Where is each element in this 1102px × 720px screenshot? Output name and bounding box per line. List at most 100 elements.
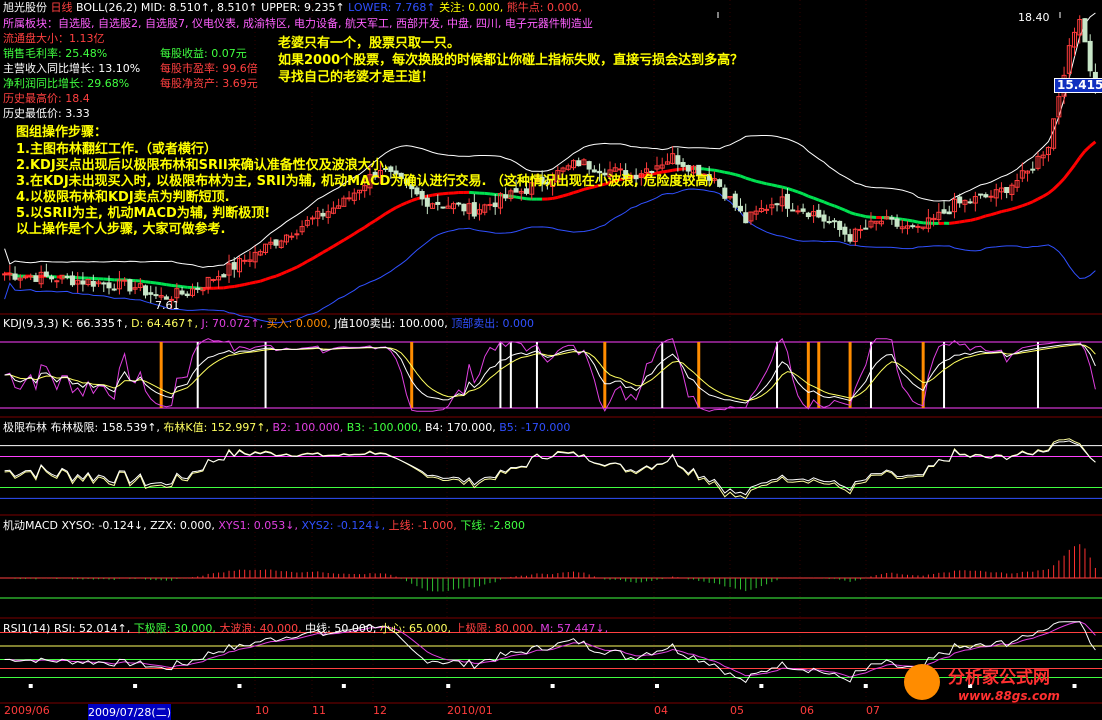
boll-mid-segment (344, 237, 349, 240)
rsi-signal-marker (551, 684, 555, 688)
candle-body (1005, 188, 1009, 193)
candle-body (123, 280, 127, 281)
boll-mid-segment (1043, 193, 1048, 196)
candle-body (587, 162, 591, 169)
candle-body (765, 209, 769, 210)
candle-body (916, 226, 920, 227)
boll-mid-segment (1054, 184, 1059, 189)
boll-mid-segment (365, 224, 370, 228)
boll-mid-segment (281, 272, 286, 274)
boll-mid-segment (224, 287, 229, 288)
boll-mid-segment (1012, 208, 1017, 210)
candle-body (843, 227, 847, 234)
quote-line-3: 寻找自己的老婆才是王道！ (278, 70, 434, 86)
chart-canvas[interactable] (0, 0, 1102, 719)
candle-body (911, 226, 915, 227)
rsi-header: RSI1(14) RSI: 52.014↑, 下极限: 30.000, 大波浪:… (3, 622, 608, 635)
candle-body (196, 288, 200, 289)
candle-body (144, 286, 148, 295)
kdj-buy: 买入: 0.000, (267, 317, 331, 330)
boll-mid-segment (1090, 142, 1095, 146)
boll-mid-segment (438, 194, 443, 195)
boll-mid-segment (850, 213, 855, 215)
rsi-signal-marker (446, 684, 450, 688)
candle-body (817, 210, 821, 217)
indicator-name: BOLL(26,2) (76, 1, 137, 14)
boll-mid-segment (808, 196, 813, 198)
step-2: 2.KDJ买点出现后以极限布林和SRII来确认准备性仅及波浪大小. (16, 158, 389, 174)
boll-mid-segment (558, 196, 563, 197)
candle-body (958, 197, 962, 203)
candle-body (457, 203, 461, 204)
candle-body (1083, 19, 1087, 42)
candle-body (859, 229, 863, 230)
boll-mid-segment (156, 283, 161, 284)
flower-logo-icon (904, 664, 940, 700)
macd-name: 机动MACD (3, 519, 58, 532)
candle-body (968, 202, 972, 203)
boll-mid-segment (714, 170, 719, 171)
candle-body (243, 260, 247, 261)
main-header: 旭光股份 日线 BOLL(26,2) MID: 8.510↑, 8.510↑ U… (3, 1, 582, 14)
candle-body (618, 169, 622, 170)
boll-mid-segment (547, 198, 552, 199)
boll-mid-segment (1069, 165, 1074, 172)
boll-mid-segment (1048, 189, 1053, 193)
candle-body (801, 209, 805, 211)
candle-body (29, 276, 33, 277)
candle-body (577, 161, 581, 166)
kdj-k: K: 66.335↑, (62, 317, 128, 330)
boll-mid-segment (250, 282, 255, 283)
kdj-top: 顶部卖出: 0.000 (451, 317, 534, 330)
rsi-careful: 小心: 65.000, (380, 622, 451, 635)
candle-body (504, 195, 508, 198)
candle-body (65, 276, 69, 277)
boll-mid-segment (793, 190, 798, 192)
boll-mid-segment (182, 287, 187, 288)
rsi-big: 大波浪: 40.000, (219, 622, 301, 635)
boll-mid-segment (1028, 202, 1033, 204)
candle-body (723, 188, 727, 198)
boll-mid-segment (391, 208, 396, 211)
boll-mid-segment (386, 211, 391, 214)
candle-body (733, 194, 737, 207)
date-label: 11 (312, 704, 326, 717)
candle-body (102, 283, 106, 284)
candle-body (81, 281, 85, 284)
boll-mid-segment (918, 222, 923, 223)
candle-body (232, 263, 236, 270)
boll-mid-segment (516, 197, 521, 198)
date-label: 04 (654, 704, 668, 717)
boll-mid-segment (333, 243, 338, 246)
step-note: 以上操作是个人步骤, 大家可做参考. (16, 222, 225, 238)
candle-body (979, 194, 983, 195)
rsi-signal-marker (237, 684, 241, 688)
boll-mid-segment (245, 283, 250, 284)
candle-body (947, 212, 951, 214)
candle-body (681, 163, 685, 167)
candle-body (149, 293, 153, 295)
boll-mid-segment (986, 215, 991, 216)
boll-mid-segment (960, 221, 965, 222)
candle-body (598, 171, 602, 172)
rsi-m: M: 57.447↓, (540, 622, 608, 635)
period-label[interactable]: 日线 (51, 1, 73, 14)
kdj-k-line (5, 344, 1096, 403)
date-cursor-label[interactable]: 2009/07/28(二) (88, 704, 171, 720)
upper-value: UPPER: 9.235↑ (261, 1, 344, 14)
date-label: 06 (800, 704, 814, 717)
candle-body (154, 295, 158, 296)
boll-mid-segment (981, 216, 986, 218)
boll-mid-segment (266, 278, 271, 280)
rsi-signal-marker (133, 684, 137, 688)
candle-body (650, 171, 654, 172)
boll-mid-segment (819, 200, 824, 202)
boll-mid-segment (673, 170, 678, 171)
boll-mid-segment (730, 173, 735, 174)
boll-mid-segment (370, 221, 375, 224)
boll-mid-segment (777, 186, 782, 187)
candle-body (347, 198, 351, 199)
boll-mid-segment (375, 217, 380, 220)
rsi-low: 下极限: 30.000, (134, 622, 216, 635)
boll-mid-segment (834, 206, 839, 208)
